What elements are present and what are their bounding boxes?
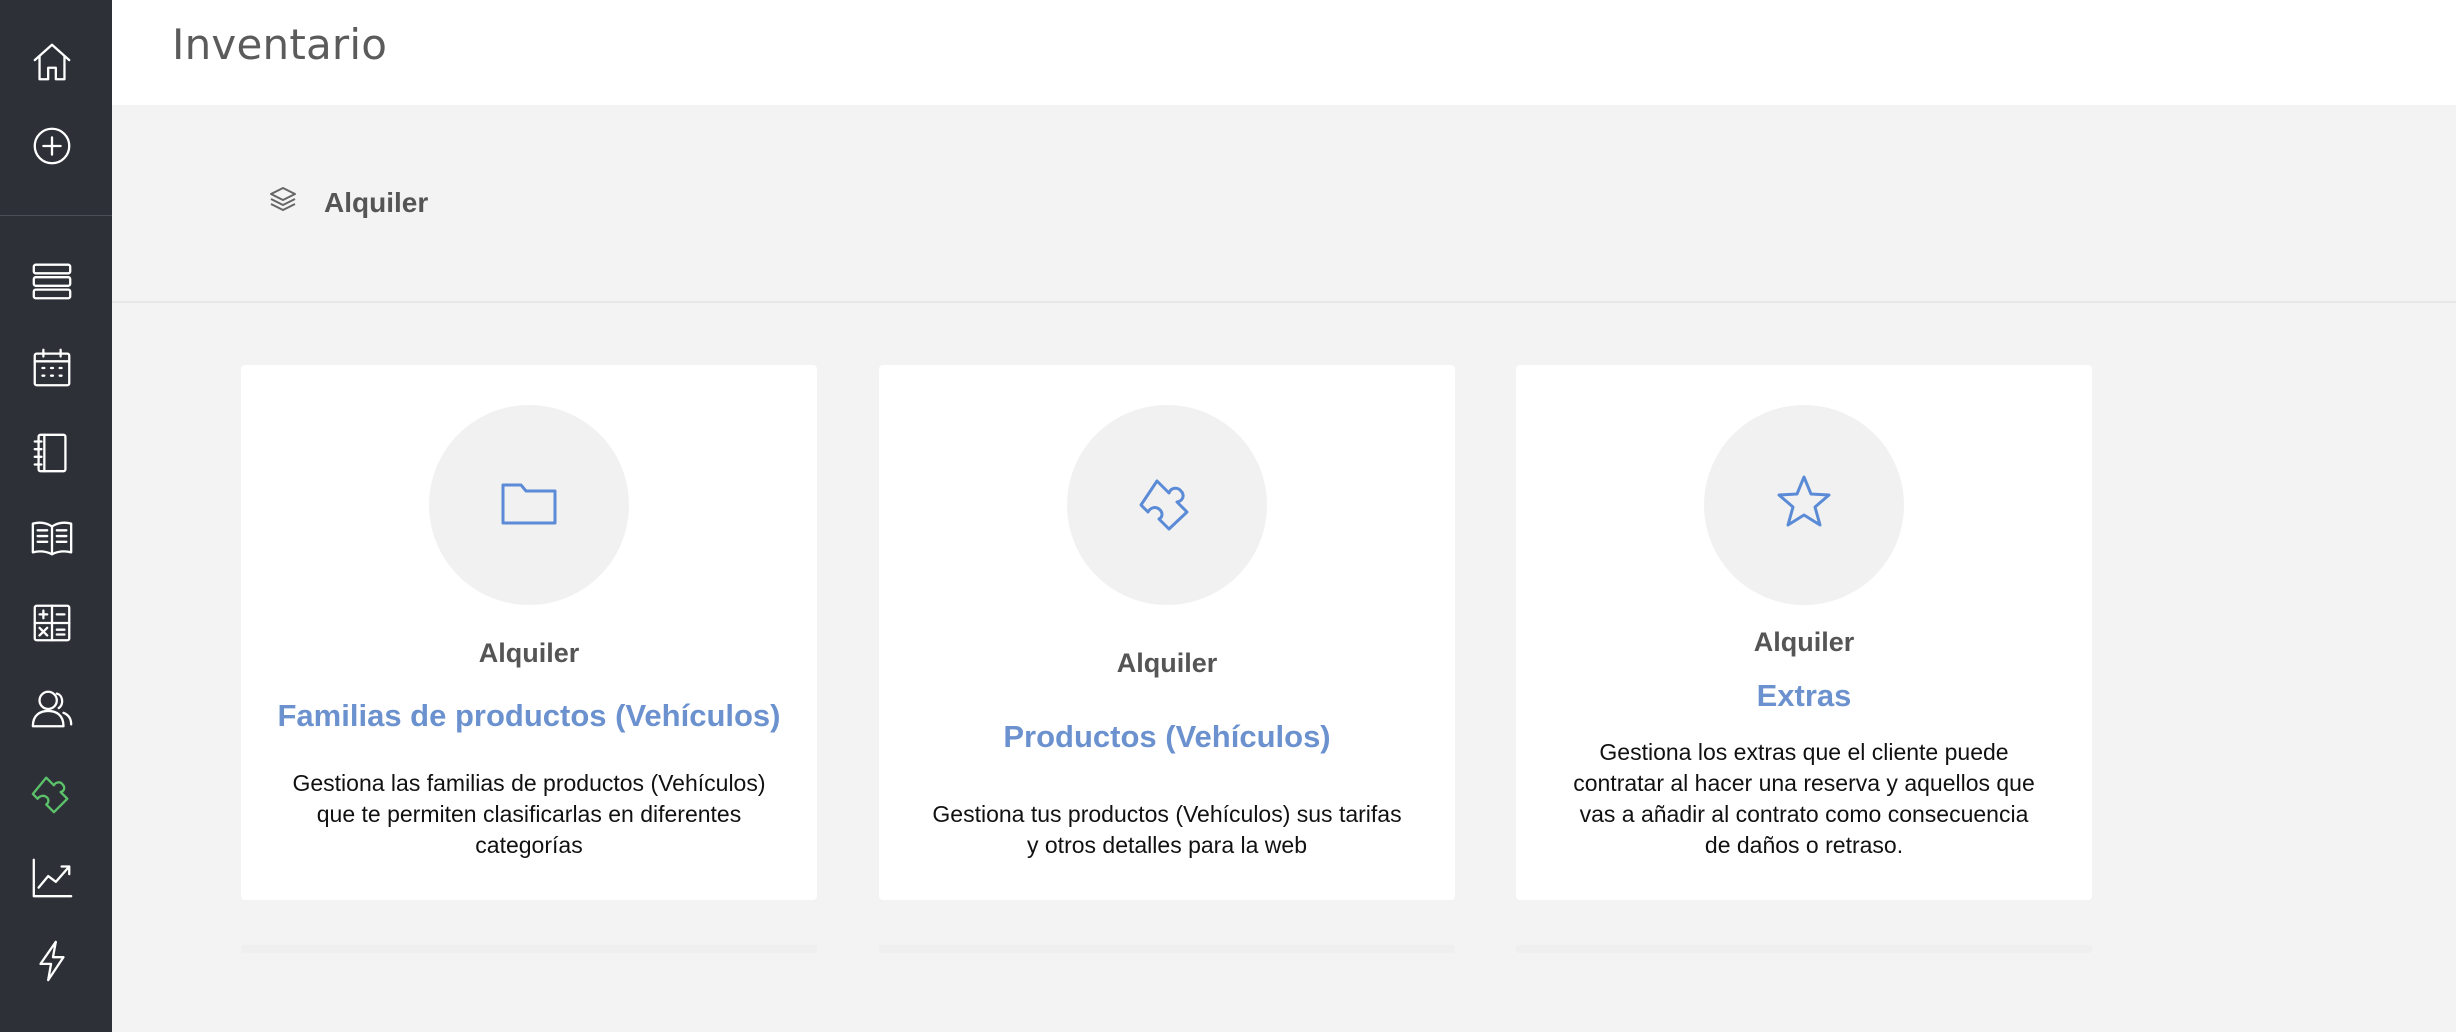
- header: Inventario: [112, 0, 2456, 105]
- chart-line-icon[interactable]: [28, 854, 76, 902]
- breadcrumb-label: Alquiler: [324, 186, 429, 218]
- card-shadow: [241, 945, 817, 953]
- card-familias[interactable]: Alquiler Familias de productos (Vehículo…: [241, 365, 817, 900]
- star-icon: [1772, 471, 1836, 540]
- calculator-icon[interactable]: [28, 599, 76, 647]
- puzzle-icon[interactable]: [28, 769, 76, 817]
- card-shadow: [879, 945, 1455, 953]
- book-open-icon[interactable]: [28, 513, 76, 561]
- breadcrumb[interactable]: Alquiler: [268, 185, 428, 220]
- puzzle-icon: [1135, 471, 1199, 540]
- card-title[interactable]: Familias de productos (Vehículos): [241, 698, 817, 734]
- icon-circle: [429, 405, 629, 605]
- lightning-icon[interactable]: [28, 937, 76, 985]
- card-productos[interactable]: Alquiler Productos (Vehículos) Gestiona …: [879, 365, 1455, 900]
- users-icon[interactable]: [28, 685, 76, 733]
- sidebar-divider: [0, 215, 112, 216]
- notebook-icon[interactable]: [28, 429, 76, 477]
- sidebar: [0, 0, 112, 1032]
- icon-circle: [1704, 405, 1904, 605]
- add-circle-icon[interactable]: [28, 122, 76, 170]
- layers-icon: [268, 185, 298, 220]
- breadcrumb-band: Alquiler: [112, 105, 2456, 303]
- home-icon[interactable]: [28, 38, 76, 86]
- card-category: Alquiler: [478, 638, 580, 668]
- card-description: Gestiona las familias de productos (Vehí…: [292, 770, 766, 858]
- page-title: Inventario: [172, 20, 388, 69]
- servers-icon[interactable]: [28, 257, 76, 305]
- card-category: Alquiler: [1116, 648, 1218, 678]
- card-description: Gestiona los extras que el cliente puede…: [1573, 739, 2035, 858]
- card-description: Gestiona tus productos (Vehículos) sus t…: [932, 801, 1402, 858]
- calendar-icon[interactable]: [28, 344, 76, 392]
- card-title[interactable]: Productos (Vehículos): [879, 719, 1455, 755]
- card-extras[interactable]: Alquiler Extras Gestiona los extras que …: [1516, 365, 2092, 900]
- card-title[interactable]: Extras: [1516, 678, 2092, 714]
- icon-circle: [1067, 405, 1267, 605]
- folder-icon: [497, 471, 561, 540]
- card-category: Alquiler: [1753, 627, 1855, 657]
- card-shadow: [1516, 945, 2092, 953]
